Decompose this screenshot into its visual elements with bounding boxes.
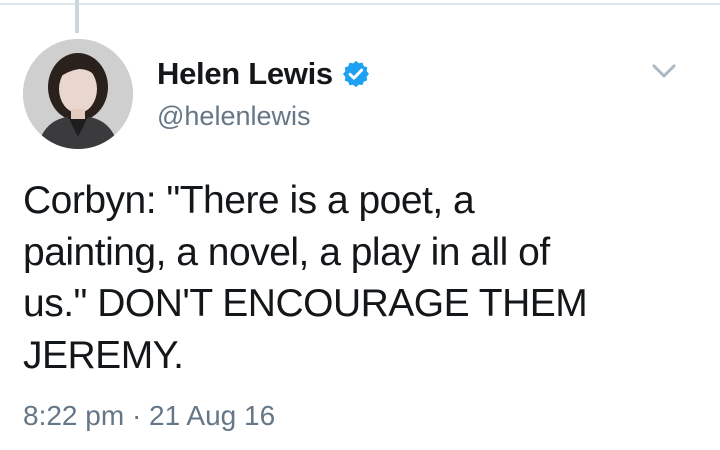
profile-photo-icon [23,39,133,149]
author-display-name[interactable]: Helen Lewis [157,56,333,92]
author-name-row[interactable]: Helen Lewis [157,52,371,96]
top-divider [0,3,720,5]
thread-connector-line [75,0,79,33]
author-handle[interactable]: @helenlewis [157,101,310,132]
chevron-down-icon[interactable] [646,56,682,86]
verified-badge-icon [341,59,371,89]
avatar[interactable] [23,39,133,149]
tweet-timestamp[interactable]: 8:22 pm · 21 Aug 16 [23,400,275,432]
tweet-text: Corbyn: "There is a poet, a painting, a … [23,179,588,377]
